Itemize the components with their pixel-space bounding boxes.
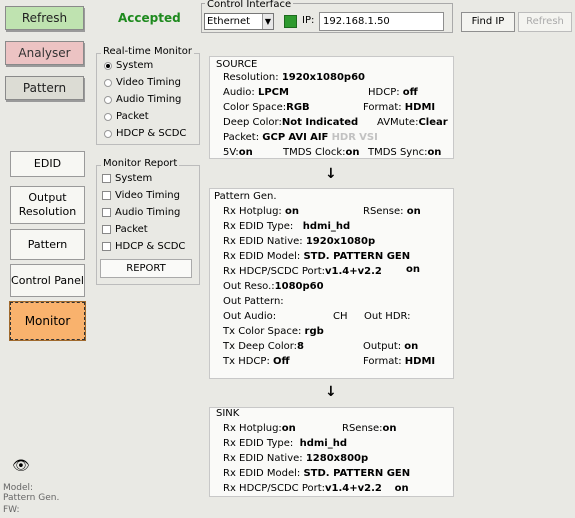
- source-tmds-sync: TMDS Sync:on: [368, 147, 442, 158]
- source-color-space: Color Space:RGB: [223, 102, 310, 113]
- checkbox-audio-timing[interactable]: Audio Timing: [102, 207, 180, 218]
- down-arrow-icon: ↓: [325, 384, 337, 400]
- checkbox-icon[interactable]: [102, 225, 111, 234]
- radio-packet[interactable]: Packet: [104, 111, 149, 122]
- pg-out-pattern: Out Pattern:: [223, 296, 284, 307]
- radio-label: System: [116, 60, 154, 71]
- radio-selected-icon[interactable]: [104, 61, 112, 70]
- source-title: SOURCE: [216, 59, 258, 70]
- checkbox-icon[interactable]: [102, 242, 111, 251]
- nav-output-resolution[interactable]: Output Resolution: [10, 186, 85, 224]
- checkbox-label: Packet: [115, 224, 148, 235]
- report-button[interactable]: REPORT: [100, 259, 192, 278]
- fw-label: FW:: [3, 505, 20, 515]
- chevron-down-icon[interactable]: ▼: [262, 14, 273, 29]
- ip-label: IP:: [302, 15, 315, 26]
- nav-monitor[interactable]: Monitor: [9, 301, 86, 341]
- checkbox-hdcp-scdc[interactable]: HDCP & SCDC: [102, 241, 185, 252]
- checkbox-video-timing[interactable]: Video Timing: [102, 190, 180, 201]
- pg-rsense: RSense: on: [363, 206, 421, 217]
- connection-status-indicator: [284, 15, 297, 28]
- source-avmute: AVMute:Clear: [377, 117, 448, 128]
- pg-out-audio-ch: CH: [333, 311, 348, 322]
- checkbox-system[interactable]: System: [102, 173, 152, 184]
- checkbox-icon[interactable]: [102, 208, 111, 217]
- pg-tx-hdcp: Tx HDCP: Off: [223, 356, 290, 367]
- pg-rx-edid-type: Rx EDID Type: hdmi_hd: [223, 221, 351, 232]
- pg-rx-edid-native: Rx EDID Native: 1920x1080p: [223, 236, 376, 247]
- source-hdcp: HDCP: off: [368, 87, 418, 98]
- radio-label: Packet: [116, 111, 149, 122]
- radio-icon[interactable]: [104, 112, 112, 121]
- source-resolution: Resolution: 1920x1080p60: [223, 72, 366, 83]
- checkbox-packet[interactable]: Packet: [102, 224, 148, 235]
- radio-icon[interactable]: [104, 78, 112, 87]
- pg-output: Output: on: [363, 341, 419, 352]
- pg-out-hdr: Out HDR:: [364, 311, 411, 322]
- model-label: Model:: [3, 483, 34, 493]
- checkbox-label: System: [115, 173, 153, 184]
- source-format: Format: HDMI: [363, 102, 436, 113]
- checkbox-label: Audio Timing: [115, 207, 181, 218]
- pg-out-reso: Out Reso.:1080p60: [223, 281, 324, 292]
- nav-pattern[interactable]: Pattern: [10, 229, 85, 260]
- source-tmds-clock: TMDS Clock:on: [283, 147, 360, 158]
- checkbox-label: HDCP & SCDC: [115, 241, 186, 252]
- radio-audio-timing[interactable]: Audio Timing: [104, 94, 181, 105]
- analyser-button[interactable]: Analyser: [5, 41, 84, 65]
- ip-input[interactable]: 192.168.1.50: [319, 12, 444, 31]
- nav-edid[interactable]: EDID: [10, 151, 85, 177]
- sink-panel: SINK Rx Hotplug:on RSense:on Rx EDID Typ…: [209, 407, 454, 497]
- radio-label: HDCP & SCDC: [116, 128, 187, 139]
- source-audio: Audio: LPCM: [223, 87, 289, 98]
- source-deep-color: Deep Color:Not Indicated: [223, 117, 359, 128]
- sink-rx-edid-type: Rx EDID Type: hdmi_hd: [223, 438, 347, 449]
- sink-rsense: RSense:on: [342, 423, 397, 434]
- radio-label: Video Timing: [116, 77, 181, 88]
- checkbox-icon[interactable]: [102, 191, 111, 200]
- monitor-report-legend: Monitor Report: [101, 158, 180, 169]
- pattern-gen-title: Pattern Gen.: [214, 191, 277, 202]
- refresh-button[interactable]: Refresh: [5, 6, 84, 30]
- source-panel: SOURCE Resolution: 1920x1080p60 Audio: L…: [209, 56, 454, 159]
- pattern-mode-button[interactable]: Pattern: [5, 76, 84, 100]
- source-packets: Packet: GCP AVI AIF HDR VSI: [223, 132, 378, 143]
- radio-icon[interactable]: [104, 129, 112, 138]
- refresh-ip-button[interactable]: Refresh: [518, 12, 572, 32]
- pg-rx-hotplug: Rx Hotplug: on: [223, 206, 299, 217]
- pg-out-audio: Out Audio:: [223, 311, 277, 322]
- checkbox-label: Video Timing: [115, 190, 180, 201]
- pattern-gen-panel: Pattern Gen. Rx Hotplug: on RSense: on R…: [209, 188, 454, 379]
- radio-icon[interactable]: [104, 95, 112, 104]
- control-interface-legend: Control Interface: [205, 0, 294, 10]
- model-info: Model: Pattern Gen. FW:: [3, 483, 59, 515]
- find-ip-button[interactable]: Find IP: [461, 12, 515, 32]
- checkbox-icon[interactable]: [102, 174, 111, 183]
- status-text: Accepted: [118, 11, 181, 25]
- sink-rx-edid-native: Rx EDID Native: 1280x800p: [223, 453, 369, 464]
- radio-hdcp-scdc[interactable]: HDCP & SCDC: [104, 128, 186, 139]
- source-5v: 5V:on: [223, 147, 253, 158]
- radio-system[interactable]: System: [104, 60, 153, 71]
- pg-rx-edid-model: Rx EDID Model: STD. PATTERN GEN: [223, 251, 411, 262]
- pg-rx-hdcp-port: Rx HDCP/SCDC Port:v1.4+v2.2: [223, 266, 382, 277]
- realtime-monitor-legend: Real-time Monitor: [101, 46, 194, 57]
- nav-control-panel[interactable]: Control Panel: [10, 264, 85, 297]
- model-value: Pattern Gen.: [3, 493, 60, 503]
- radio-video-timing[interactable]: Video Timing: [104, 77, 181, 88]
- sink-rx-edid-model: Rx EDID Model: STD. PATTERN GEN: [223, 468, 411, 479]
- radio-label: Audio Timing: [116, 94, 182, 105]
- pg-rx-hdcp-state: on: [406, 264, 420, 275]
- pg-format: Format: HDMI: [363, 356, 436, 367]
- eye-icon[interactable]: 👁: [12, 458, 30, 474]
- sink-title: SINK: [216, 408, 240, 419]
- sink-rx-hotplug: Rx Hotplug:on: [223, 423, 296, 434]
- pg-tx-deep-color: Tx Deep Color:8: [223, 341, 305, 352]
- pg-tx-color-space: Tx Color Space: rgb: [223, 326, 324, 337]
- down-arrow-icon: ↓: [325, 166, 337, 182]
- sink-rx-hdcp-port: Rx HDCP/SCDC Port:v1.4+v2.2 on: [223, 483, 409, 494]
